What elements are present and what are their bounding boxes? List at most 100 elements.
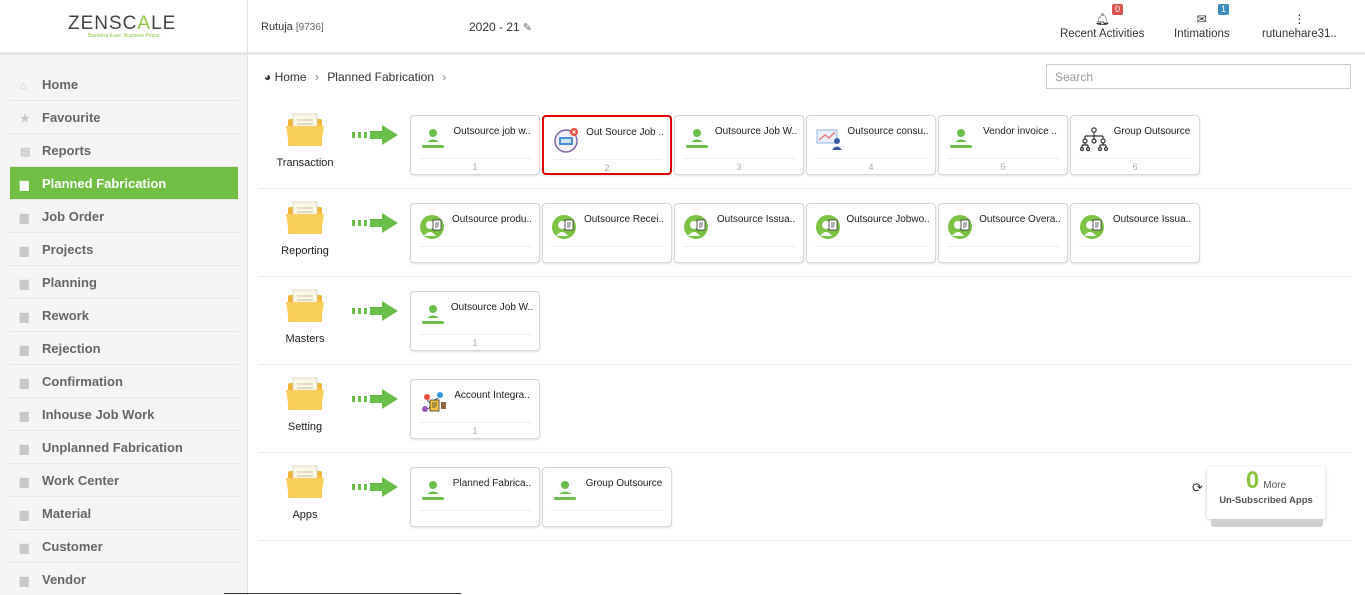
user-icon <box>419 126 449 152</box>
app-card[interactable]: Planned Fabrica.. <box>410 467 540 527</box>
recent-activities-badge: 0 <box>1112 4 1124 15</box>
unsubscribed-label: Un-Subscribed Apps <box>1219 495 1313 506</box>
app-card-title: Outsource Job W.. <box>450 302 534 313</box>
app-card[interactable]: Group Outsource <box>542 467 672 527</box>
app-card-title: Outsource Recei.. <box>583 214 665 225</box>
app-card-title: Out Source Job .. <box>586 127 664 138</box>
sidebar-item-favourite[interactable]: ★ Favourite <box>10 101 238 134</box>
app-card-title: Vendor invoice .. <box>983 126 1057 137</box>
sidebar-item-work-center[interactable]: ▆ Work Center <box>10 464 238 497</box>
app-card[interactable]: Outsource Issua.. <box>674 203 804 263</box>
sidebar-item-unplanned-fabrication[interactable]: ▆ Unplanned Fabrication <box>10 431 238 464</box>
sidebar-item-confirmation[interactable]: ▆ Confirmation <box>10 365 238 398</box>
app-card-number <box>815 246 927 260</box>
sidebar-item-planned-fabrication[interactable]: ▆ Planned Fabrication <box>10 167 238 200</box>
scrollbar-track[interactable] <box>224 593 461 594</box>
unsubscribed-apps-widget[interactable]: 0 More Un-Subscribed Apps <box>1207 467 1325 519</box>
app-card-title: Outsource job w.. <box>453 126 531 137</box>
sidebar-item-home[interactable]: ⌂ Home <box>10 68 238 101</box>
refresh-icon[interactable]: ⟳ <box>1192 480 1203 496</box>
sidebar-item-label: Inhouse Job Work <box>42 407 155 422</box>
app-card-title: Outsource Overa.. <box>979 214 1061 225</box>
integration-icon <box>419 390 449 416</box>
logo-area[interactable]: ZENSCALE Business Ease. Business Peace. <box>0 0 248 52</box>
sidebar-menu: ⌂ Home ★ Favourite ▤ Reports ▆ Planned Fabricat… <box>10 68 238 595</box>
folder-icon[interactable] <box>286 289 324 323</box>
app-card-title: Group Outsource <box>1113 126 1191 137</box>
sidebar-item-material[interactable]: ▆ Material <box>10 497 238 530</box>
folder-icon: ▆ <box>20 542 29 554</box>
app-card-title: Planned Fabrica.. <box>452 478 532 489</box>
app-card-title: Outsource Issua.. <box>716 214 796 225</box>
folder-icon[interactable] <box>286 113 324 147</box>
user-name: Rutuja [9736] <box>261 21 324 33</box>
folder-icon[interactable] <box>286 377 324 411</box>
sidebar-item-label: Planned Fabrication <box>42 176 167 191</box>
sidebar-item-label: Home <box>42 77 79 92</box>
arrow-right-icon <box>352 389 400 409</box>
app-card[interactable]: Outsource Recei.. <box>542 203 672 263</box>
breadcrumb: ◕ Home › Planned Fabrication › <box>264 70 447 84</box>
arrow-right-icon <box>352 301 400 321</box>
app-card[interactable]: Outsource Job W.. 3 <box>674 115 804 175</box>
search-input[interactable] <box>1046 64 1351 89</box>
sidebar-item-reports[interactable]: ▤ Reports <box>10 134 238 167</box>
sidebar-item-planning[interactable]: ▆ Planning <box>10 266 238 299</box>
app-card[interactable]: Out Source Job .. 2 <box>542 115 672 175</box>
document-icon: ▤ <box>20 146 31 158</box>
dashboard-icon: ◕ <box>264 70 272 84</box>
star-icon: ★ <box>20 113 30 125</box>
arrow-right-icon <box>352 125 400 145</box>
app-card[interactable]: Group Outsource 6 <box>1070 115 1200 175</box>
app-card[interactable]: Outsource Jobwo.. <box>806 203 936 263</box>
sidebar-item-label: Job Order <box>42 209 105 224</box>
edit-icon[interactable]: ✎ <box>523 22 532 34</box>
sidebar-item-rejection[interactable]: ▆ Rejection <box>10 332 238 365</box>
user-icon <box>419 478 449 504</box>
section-apps: Apps Planned Fabrica.. Group Outsource <box>258 453 1352 541</box>
section-label: Transaction <box>276 157 334 169</box>
bell-icon: 🔔︎ 0 <box>1060 4 1144 28</box>
sidebar-item-job-order[interactable]: ▆ Job Order <box>10 200 238 233</box>
app-card-number: 1 <box>419 422 531 436</box>
recent-activities-button[interactable]: 🔔︎ 0 Recent Activities <box>1060 4 1144 40</box>
app-card-number <box>683 246 795 260</box>
home-icon: ⌂ <box>20 80 27 92</box>
app-card[interactable]: Vendor invoice .. 5 <box>938 115 1068 175</box>
breadcrumb-current[interactable]: Planned Fabrication <box>327 70 434 84</box>
financial-year[interactable]: 2020 - 21 ✎ <box>469 20 532 34</box>
section-label: Masters <box>285 333 325 345</box>
intimations-button[interactable]: ✉ 1 Intimations <box>1174 4 1230 40</box>
sidebar-item-label: Projects <box>42 242 94 257</box>
app-card[interactable]: Outsource Job W.. 1 <box>410 291 540 351</box>
app-card-number <box>947 246 1059 260</box>
report-person-icon <box>947 214 977 240</box>
sidebar-item-label: Vendor <box>42 572 87 587</box>
sidebar-item-customer[interactable]: ▆ Customer <box>10 530 238 563</box>
app-card[interactable]: Outsource job w.. 1 <box>410 115 540 175</box>
app-card-title: Group Outsource <box>585 478 663 489</box>
app-card[interactable]: Outsource consu.. 4 <box>806 115 936 175</box>
app-card-title: Outsource produ.. <box>451 214 533 225</box>
account-menu[interactable]: ⋮ rutunehare31.. <box>1262 10 1337 40</box>
intimations-badge: 1 <box>1218 4 1230 15</box>
folder-icon[interactable] <box>286 201 324 235</box>
app-card[interactable]: Account Integra.. 1 <box>410 379 540 439</box>
sidebar-item-rework[interactable]: ▆ Rework <box>10 299 238 332</box>
app-card[interactable]: Outsource Overa.. <box>938 203 1068 263</box>
app-card-number: 2 <box>552 159 662 173</box>
section-label: Apps <box>292 509 318 521</box>
sidebar-item-projects[interactable]: ▆ Projects <box>10 233 238 266</box>
section-transaction: Transaction Outsource job w.. 1 Out Source … <box>258 101 1352 189</box>
folder-icon[interactable] <box>286 465 324 499</box>
app-card[interactable]: Outsource Issua.. <box>1070 203 1200 263</box>
sidebar-item-inhouse-job-work[interactable]: ▆ Inhouse Job Work <box>10 398 238 431</box>
app-card-number: 1 <box>419 158 531 172</box>
sidebar-item-label: Unplanned Fabrication <box>42 440 183 455</box>
sidebar-item-vendor[interactable]: ▆ Vendor <box>10 563 238 595</box>
app-card[interactable]: Outsource produ.. <box>410 203 540 263</box>
breadcrumb-home[interactable]: Home <box>275 70 307 84</box>
report-person-icon <box>815 214 845 240</box>
user-icon <box>419 302 449 328</box>
user-icon <box>551 478 581 504</box>
